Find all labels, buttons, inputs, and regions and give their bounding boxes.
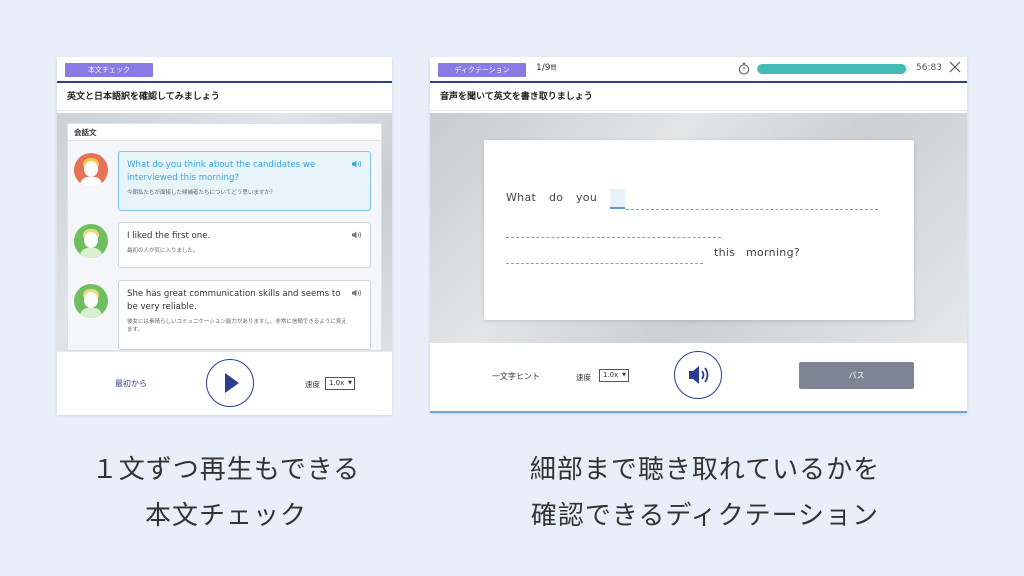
time-progress-bar: [757, 64, 909, 74]
speed-label: 速度: [576, 373, 591, 382]
active-blank-input[interactable]: [610, 189, 625, 209]
play-audio-button[interactable]: [674, 351, 722, 399]
message-english: What do you think about the candidates w…: [127, 160, 316, 183]
speaker-icon[interactable]: [352, 160, 362, 168]
message-bubble[interactable]: She has great communication skills and s…: [118, 280, 371, 350]
speed-select[interactable]: 1.0x ▼: [599, 369, 629, 382]
word: you: [576, 191, 598, 204]
avatar: [74, 224, 108, 258]
close-icon[interactable]: [948, 60, 962, 74]
left-topbar: 本文チェック: [57, 57, 392, 83]
word: do: [549, 191, 564, 204]
speaker-icon[interactable]: [352, 289, 362, 297]
chevron-down-icon: ▼: [622, 372, 626, 378]
dictation-card: What do you this morning?: [484, 140, 914, 320]
blank-line[interactable]: [506, 237, 721, 238]
caption-line: 本文チェック: [144, 501, 307, 531]
blank-line[interactable]: [506, 263, 703, 264]
word: this: [714, 246, 736, 259]
word: morning?: [746, 246, 800, 259]
text-check-tag: 本文チェック: [65, 63, 153, 77]
message-japanese: 今朝私たちが面接した候補者たちについてどう思いますか？: [127, 190, 276, 196]
speed-value: 1.0x: [329, 379, 345, 387]
right-topbar: ディクテーション 1/9問 56:83: [430, 57, 967, 83]
conversation-card: 会話文 What do you think about the candidat…: [67, 123, 382, 351]
speed-value: 1.0x: [603, 371, 619, 379]
message-bubble[interactable]: I liked the first one. 最初の人が気に入りました。: [118, 222, 371, 268]
speed-label: 速度: [305, 380, 320, 389]
message-japanese: 彼女には素晴らしいコミュニケーション能力がありますし、非常に信頼できるように見え…: [127, 319, 347, 333]
play-button[interactable]: [206, 359, 254, 407]
right-caption: 細部まで聴き取れているかを 確認できるディクテーション: [440, 447, 970, 539]
caption-line: 確認できるディクテーション: [530, 501, 880, 531]
hint-button[interactable]: 一文字ヒント: [492, 371, 540, 382]
caption-line: １文ずつ再生もできる: [91, 455, 361, 485]
message-english: She has great communication skills and s…: [127, 289, 341, 312]
stopwatch-icon: [738, 62, 750, 75]
speed-select[interactable]: 1.0x ▼: [325, 377, 355, 390]
caption-line: 細部まで聴き取れているかを: [529, 455, 881, 485]
left-caption: １文ずつ再生もできる 本文チェック: [40, 447, 412, 539]
message-english: I liked the first one.: [127, 231, 211, 241]
dictation-area: What do you this morning?: [430, 113, 967, 343]
question-counter-value: 1/9: [536, 63, 551, 73]
dictation-tag: ディクテーション: [438, 63, 526, 77]
timer-area: 56:83: [727, 57, 967, 81]
question-counter: 1/9問: [536, 63, 557, 73]
from-start-button[interactable]: 最初から: [115, 378, 147, 389]
speaker-icon[interactable]: [352, 231, 362, 239]
dictation-controls: 一文字ヒント 速度 1.0x ▼ パス: [430, 343, 967, 413]
text-check-panel: 本文チェック 英文と日本語訳を確認してみましょう 会話文 What do you…: [57, 57, 392, 415]
word: What: [506, 191, 537, 204]
dictation-panel: ディクテーション 1/9問 56:83 音声を聞いて英文を書き取りましょう Wh…: [430, 57, 967, 413]
pass-button[interactable]: パス: [799, 362, 914, 389]
left-instruction: 英文と日本語訳を確認してみましょう: [57, 83, 392, 111]
blank-line[interactable]: [626, 209, 878, 210]
right-instruction: 音声を聞いて英文を書き取りましょう: [430, 83, 967, 111]
chevron-down-icon: ▼: [348, 380, 352, 386]
speaker-icon: [688, 365, 708, 384]
playback-controls: 最初から 速度 1.0x ▼: [57, 351, 392, 415]
timer-text: 56:83: [916, 63, 942, 73]
avatar: [74, 284, 108, 318]
conversation-header: 会話文: [68, 124, 381, 141]
message-japanese: 最初の人が気に入りました。: [127, 248, 199, 254]
question-counter-unit: 問: [550, 65, 557, 72]
message-bubble-active[interactable]: What do you think about the candidates w…: [118, 151, 371, 211]
time-progress-fill: [757, 64, 906, 74]
avatar: [74, 153, 108, 187]
play-icon: [224, 372, 239, 393]
conversation-area: 会話文 What do you think about the candidat…: [57, 113, 392, 351]
